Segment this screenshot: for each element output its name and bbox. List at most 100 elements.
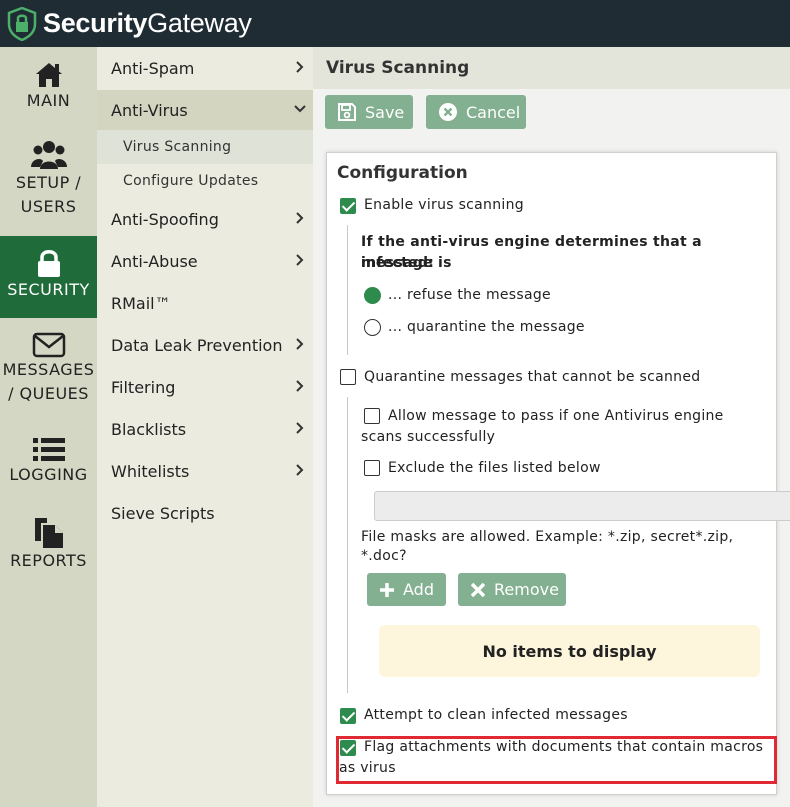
empty-text: No items to display (482, 641, 657, 661)
menu-blacklists[interactable]: Blacklists (97, 409, 313, 449)
quarantine-unscanned-checkbox[interactable] (340, 369, 356, 385)
chevron-down-icon (294, 105, 306, 113)
menu-filtering[interactable]: Filtering (97, 367, 313, 407)
cancel-icon (439, 103, 457, 121)
quarantine-radio[interactable] (364, 319, 381, 336)
menu-anti-abuse-label: Anti-Abuse (111, 251, 198, 271)
cancel-button[interactable]: Cancel (426, 95, 526, 129)
menu-virus-scanning[interactable]: Virus Scanning (97, 130, 313, 164)
mask-hint-line1: File masks are allowed. Example: *.zip, … (361, 529, 734, 545)
save-icon (338, 103, 356, 121)
remove-button[interactable]: Remove (458, 573, 566, 606)
infected-question-line2: infected: (361, 255, 435, 271)
menu-rmail[interactable]: RMail™ (97, 283, 313, 323)
chevron-right-icon (296, 380, 304, 392)
highlight-box (336, 736, 777, 784)
exclude-files-label: Exclude the files listed below (388, 460, 601, 476)
menu-virus-scanning-label: Virus Scanning (123, 139, 232, 155)
quarantine-label: ... quarantine the message (388, 319, 585, 335)
nav-messages-queues[interactable]: MESSAGES / QUEUES (0, 330, 97, 414)
nav-logging-label: LOGGING (9, 465, 88, 484)
menu-sieve-scripts[interactable]: Sieve Scripts (97, 493, 313, 533)
menu-anti-spam[interactable]: Anti-Spam (97, 48, 313, 88)
menu-anti-spam-label: Anti-Spam (111, 58, 195, 78)
indent-guide (347, 225, 348, 355)
menu-data-leak-prevention[interactable]: Data Leak Prevention (97, 325, 313, 365)
nav-security-label: SECURITY (7, 280, 90, 299)
configuration-heading: Configuration (337, 163, 468, 183)
menu-anti-virus-label: Anti-Virus (111, 100, 188, 120)
main-content: Virus Scanning Save Cancel Configuration… (313, 47, 790, 807)
document-icon (34, 518, 63, 548)
quarantine-unscanned-label: Quarantine messages that cannot be scann… (364, 369, 701, 385)
allow-pass-line1: Allow message to pass if one Antivirus e… (388, 408, 724, 424)
shield-lock-logo-icon (7, 6, 37, 41)
menu-configure-updates-label: Configure Updates (123, 173, 259, 189)
nav-reports[interactable]: REPORTS (0, 515, 97, 577)
chevron-right-icon (296, 254, 304, 266)
chevron-right-icon (296, 61, 304, 73)
list-icon (32, 438, 65, 461)
users-icon (30, 141, 67, 169)
indent-guide (347, 397, 348, 693)
plus-icon (380, 582, 394, 597)
menu-blacklists-label: Blacklists (111, 419, 187, 439)
lock-icon (37, 250, 60, 277)
mask-hint-line2: *.doc? (361, 548, 407, 564)
chevron-right-icon (296, 212, 304, 224)
chevron-right-icon (296, 422, 304, 434)
menu-filtering-label: Filtering (111, 377, 176, 397)
menu-configure-updates[interactable]: Configure Updates (97, 164, 313, 198)
envelope-icon (32, 332, 65, 358)
add-button[interactable]: Add (367, 573, 446, 606)
save-label: Save (365, 102, 405, 122)
remove-label: Remove (494, 580, 559, 599)
nav-main[interactable]: MAIN (0, 57, 97, 129)
cancel-label: Cancel (466, 102, 521, 122)
app-header: SecurityGateway (0, 0, 790, 47)
home-icon (35, 63, 62, 87)
brand-regular: Gateway (147, 8, 252, 38)
add-label: Add (403, 580, 434, 599)
nav-logging[interactable]: LOGGING (0, 435, 97, 495)
menu-sieve-label: Sieve Scripts (111, 503, 215, 523)
brand-logo-text: SecurityGateway (43, 8, 252, 39)
brand-bold: Security (43, 8, 148, 38)
menu-anti-spoofing-label: Anti-Spoofing (111, 209, 219, 229)
nav-reports-label: REPORTS (10, 551, 87, 570)
page-title: Virus Scanning (326, 58, 470, 78)
menu-whitelists[interactable]: Whitelists (97, 451, 313, 491)
enable-virus-scanning-label: Enable virus scanning (364, 197, 524, 213)
nav-setup-users[interactable]: SETUP / USERS (0, 137, 97, 233)
allow-pass-checkbox[interactable] (364, 408, 380, 424)
chevron-right-icon (296, 464, 304, 476)
configuration-panel: Configuration Enable virus scanning If t… (326, 152, 790, 795)
menu-rmail-label: RMail™ (111, 293, 171, 313)
main-nav: MAIN SETUP / USERS SECURITY MESSAGES / Q… (0, 47, 97, 807)
menu-anti-virus[interactable]: Anti-Virus (97, 90, 313, 130)
clean-infected-checkbox[interactable] (340, 708, 356, 724)
page-title-bar: Virus Scanning (313, 47, 790, 89)
close-icon (470, 582, 486, 597)
enable-virus-scanning-checkbox[interactable] (340, 198, 356, 214)
save-button[interactable]: Save (325, 95, 413, 129)
file-mask-input[interactable] (374, 491, 790, 521)
refuse-label: ... refuse the message (388, 287, 551, 303)
menu-dlp-label: Data Leak Prevention (111, 335, 283, 355)
menu-anti-abuse[interactable]: Anti-Abuse (97, 241, 313, 281)
nav-security[interactable]: SECURITY (0, 236, 97, 318)
nav-setup-label-1: SETUP / (15, 173, 82, 192)
chevron-right-icon (296, 338, 304, 350)
nav-messages-label-1: MESSAGES (2, 360, 95, 379)
security-submenu: Anti-Spam Anti-Virus Virus Scanning Conf… (97, 47, 313, 807)
allow-pass-line2: scans successfully (361, 429, 496, 445)
empty-list-message: No items to display (379, 625, 760, 677)
nav-setup-label-2: USERS (20, 197, 77, 216)
menu-whitelists-label: Whitelists (111, 461, 190, 481)
clean-infected-label: Attempt to clean infected messages (364, 707, 628, 723)
nav-messages-label-2: / QUEUES (8, 384, 89, 403)
menu-anti-spoofing[interactable]: Anti-Spoofing (97, 199, 313, 239)
exclude-files-checkbox[interactable] (364, 460, 380, 476)
nav-main-label: MAIN (26, 91, 71, 110)
refuse-radio[interactable] (364, 287, 381, 304)
